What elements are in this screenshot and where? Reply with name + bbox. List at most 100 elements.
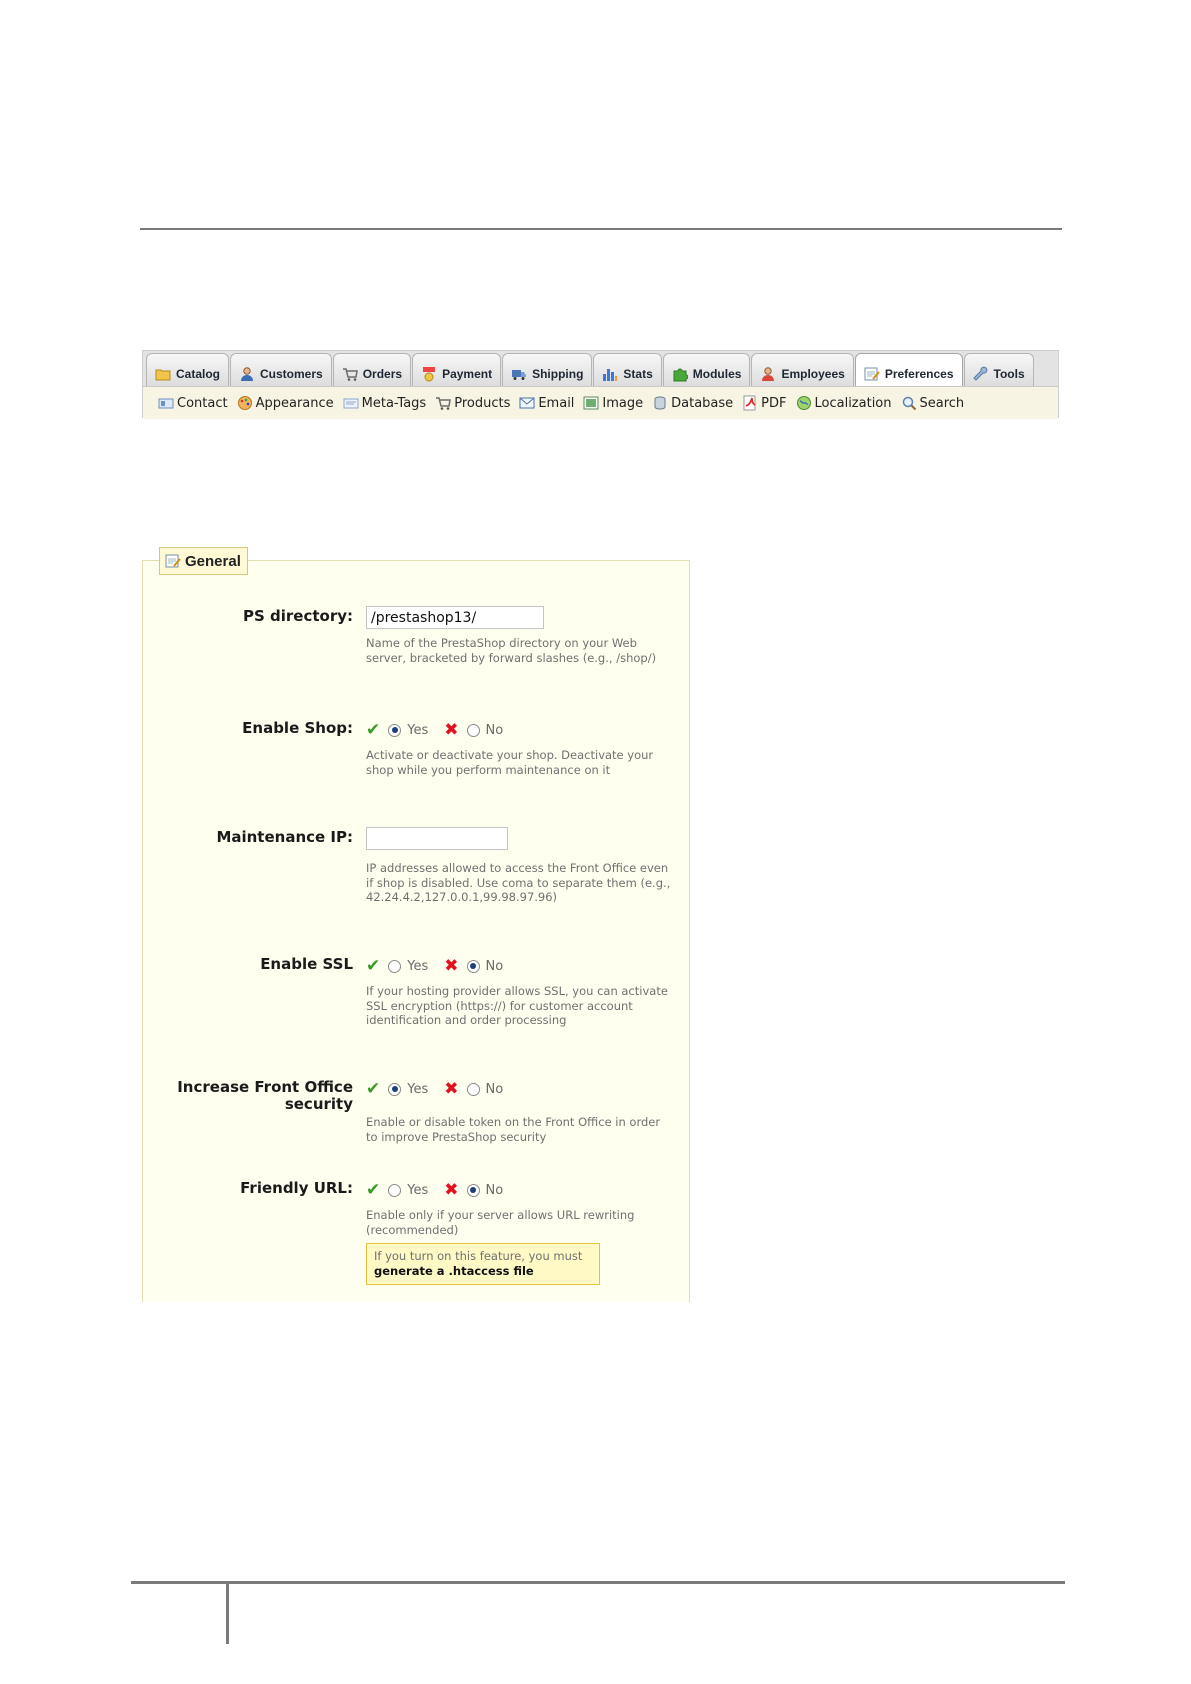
enable-shop-no-label: No	[485, 722, 504, 738]
footer-rule	[131, 1581, 1065, 1584]
tab-stats[interactable]: Stats	[593, 353, 662, 387]
subnav-item-contact[interactable]: Contact	[158, 395, 228, 411]
checkmark-icon: ✔	[366, 1180, 381, 1200]
ps-directory-label: PS directory:	[242, 607, 353, 625]
tab-modules[interactable]: Modules	[662, 353, 751, 387]
enable-shop-yes-radio[interactable]	[388, 723, 402, 737]
generate-htaccess-link[interactable]: generate a .htaccess file	[374, 1264, 534, 1278]
subnav-label: PDF	[761, 395, 787, 411]
fo-security-help: Enable or disable token on the Front Off…	[366, 1115, 661, 1144]
subnav-item-pdf[interactable]: PDF	[742, 395, 787, 411]
enable-ssl-yes-label: Yes	[407, 958, 429, 974]
maintenance-ip-help: IP addresses allowed to access the Front…	[366, 861, 671, 905]
subnav-label: Appearance	[255, 395, 334, 411]
tab-label: Shipping	[532, 366, 584, 381]
tab-label: Employees	[781, 366, 845, 381]
tab-label: Payment	[442, 366, 493, 381]
subnav-item-image[interactable]: Image	[583, 395, 643, 411]
customer-icon	[239, 366, 255, 382]
fo-security-radio-group: ✔ Yes ✖ No	[366, 1079, 503, 1099]
subnav-item-email[interactable]: Email	[519, 395, 574, 411]
footer-divider	[226, 1582, 229, 1644]
subnav-label: Meta-Tags	[361, 395, 427, 411]
preferences-icon	[864, 366, 880, 382]
tab-label: Orders	[362, 366, 403, 381]
tab-payment[interactable]: Payment	[412, 353, 502, 387]
fo-security-yes-radio[interactable]	[388, 1082, 402, 1096]
tab-label: Tools	[993, 366, 1025, 381]
cart-icon	[435, 395, 452, 411]
puzzle-icon	[672, 366, 688, 382]
tab-label: Modules	[692, 366, 742, 381]
globe-icon	[796, 395, 812, 411]
checkmark-icon: ✔	[366, 720, 381, 740]
envelope-icon	[519, 395, 535, 411]
subnav-label: Database	[671, 395, 734, 411]
folder-icon	[155, 366, 171, 382]
header-rule	[140, 228, 1062, 230]
subnav-label: Products	[454, 395, 511, 411]
fo-security-no-label: No	[485, 1081, 504, 1097]
friendly-url-help: Enable only if your server allows URL re…	[366, 1208, 635, 1237]
fo-security-no-radio[interactable]	[466, 1082, 480, 1096]
enable-ssl-label: Enable SSL	[260, 955, 353, 973]
tab-customers[interactable]: Customers	[230, 353, 332, 387]
subnav-item-appearance[interactable]: Appearance	[237, 395, 334, 411]
truck-icon	[511, 366, 527, 382]
preferences-subnav: Contact Appearance Meta-Tags Products Email I…	[143, 386, 1058, 419]
enable-shop-help: Activate or deactivate your shop. Deacti…	[366, 748, 654, 777]
tab-label: Preferences	[884, 366, 954, 381]
friendly-url-no-label: No	[485, 1182, 504, 1198]
subnav-label: Localization	[814, 395, 892, 411]
maintenance-ip-label: Maintenance IP:	[216, 828, 353, 846]
tab-orders[interactable]: Orders	[332, 353, 412, 387]
ps-directory-input[interactable]	[366, 606, 544, 629]
tab-catalog[interactable]: Catalog	[146, 353, 230, 387]
fieldset-legend: General	[159, 547, 248, 575]
tab-preferences[interactable]: Preferences	[854, 353, 963, 387]
subnav-label: Image	[602, 395, 644, 411]
enable-ssl-help: If your hosting provider allows SSL, you…	[366, 984, 668, 1028]
notice-text: If you turn on this feature, you must	[374, 1249, 583, 1263]
enable-ssl-no-radio[interactable]	[466, 959, 480, 973]
maintenance-ip-input[interactable]	[366, 827, 508, 850]
subnav-item-products[interactable]: Products	[435, 395, 510, 411]
friendly-url-radio-group: ✔ Yes ✖ No	[366, 1180, 503, 1200]
subnav-item-database[interactable]: Database	[652, 395, 733, 411]
subnav-label: Contact	[177, 395, 228, 411]
main-tabs: Catalog Customers Orders Payment Shipping Sta…	[146, 353, 1035, 387]
employee-icon	[760, 366, 776, 382]
enable-shop-no-radio[interactable]	[466, 723, 480, 737]
checkmark-icon: ✔	[366, 1079, 381, 1099]
tab-shipping[interactable]: Shipping	[502, 353, 593, 387]
ps-directory-help: Name of the PrestaShop directory on your…	[366, 636, 657, 665]
contact-card-icon	[158, 395, 174, 411]
admin-navigation: Catalog Customers Orders Payment Shipping Sta…	[142, 350, 1059, 419]
payment-icon	[421, 366, 437, 382]
magnifier-icon	[901, 395, 917, 411]
bar-chart-icon	[602, 366, 618, 382]
friendly-url-no-radio[interactable]	[466, 1183, 480, 1197]
image-icon	[583, 395, 599, 411]
subnav-item-meta-tags[interactable]: Meta-Tags	[343, 395, 427, 411]
fo-security-yes-label: Yes	[407, 1081, 429, 1097]
friendly-url-yes-label: Yes	[407, 1182, 429, 1198]
enable-shop-label: Enable Shop:	[242, 719, 353, 737]
friendly-url-label: Friendly URL:	[240, 1179, 353, 1197]
enable-ssl-no-label: No	[485, 958, 504, 974]
subnav-label: Search	[919, 395, 965, 411]
pdf-icon	[742, 395, 758, 411]
tab-employees[interactable]: Employees	[751, 353, 854, 387]
friendly-url-yes-radio[interactable]	[388, 1183, 402, 1197]
cart-icon	[342, 366, 358, 382]
tab-label: Customers	[260, 366, 323, 381]
fo-security-label: Increase Front Office security	[177, 1078, 353, 1113]
checkmark-icon: ✔	[366, 956, 381, 976]
subnav-item-localization[interactable]: Localization	[796, 395, 892, 411]
meta-tags-icon	[343, 395, 359, 411]
subnav-item-search[interactable]: Search	[901, 395, 965, 411]
tab-label: Catalog	[176, 366, 221, 381]
enable-ssl-yes-radio[interactable]	[388, 959, 402, 973]
tab-tools[interactable]: Tools	[963, 353, 1034, 387]
preferences-icon	[165, 553, 181, 569]
